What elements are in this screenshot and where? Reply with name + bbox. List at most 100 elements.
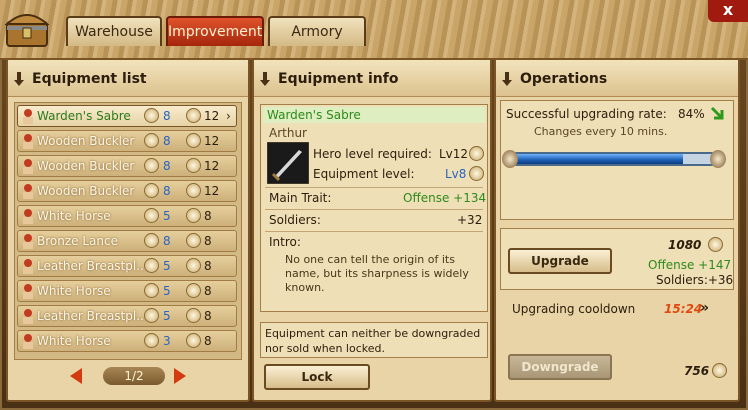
- list-item[interactable]: White Horse 5 8: [17, 205, 237, 227]
- hero-avatar-icon: [23, 259, 33, 274]
- item-name: Bronze Lance: [37, 234, 118, 248]
- item-name: White Horse: [37, 334, 111, 348]
- item-level: 5: [163, 209, 171, 223]
- horse-icon: [186, 333, 201, 348]
- hero-avatar-icon: [23, 334, 33, 349]
- item-value: 8: [204, 334, 212, 348]
- upgrade-soldiers: Soldiers:+36: [656, 273, 734, 287]
- operations-panel: Operations Successful upgrading rate: 84…: [494, 58, 740, 402]
- equipment-list-panel: Equipment list Warden's Sabre 8 12 › Wooden …: [6, 58, 250, 402]
- down-arrow-icon: [14, 72, 24, 86]
- tab-improvement[interactable]: Improvement: [166, 16, 264, 46]
- list-item[interactable]: Leather Breastpl... 5 8: [17, 255, 237, 277]
- close-button[interactable]: x: [708, 0, 748, 22]
- intro-label: Intro:: [269, 235, 301, 249]
- item-name: White Horse: [37, 284, 111, 298]
- item-name: Wooden Buckler: [37, 159, 135, 173]
- item-name: Warden's Sabre: [267, 108, 361, 122]
- hero-avatar-icon: [23, 234, 33, 249]
- panel-header: Equipment info: [254, 60, 490, 97]
- equip-level-label: Equipment level:: [313, 167, 415, 181]
- item-level: 8: [163, 134, 171, 148]
- hero-avatar-icon: [23, 134, 33, 149]
- success-rate-bar: [510, 152, 718, 166]
- shield-icon: [186, 133, 201, 148]
- item-name: Leather Breastpl...: [37, 309, 148, 323]
- equipment-list-title: Equipment list: [32, 71, 147, 87]
- item-owner: Arthur: [269, 126, 307, 140]
- rate-note: Changes every 10 mins.: [534, 125, 668, 138]
- operations-title: Operations: [520, 71, 608, 87]
- hero-avatar-icon: [23, 209, 33, 224]
- next-page-icon[interactable]: [174, 368, 186, 384]
- item-value: 8: [204, 309, 212, 323]
- item-name: Wooden Buckler: [37, 134, 135, 148]
- cooldown-timer: 15:24: [664, 302, 703, 316]
- trend-arrow-icon: [710, 106, 724, 120]
- hero-level-label: Hero level required:: [313, 147, 432, 161]
- list-item[interactable]: Wooden Buckler 8 12: [17, 180, 237, 202]
- upgrade-button[interactable]: Upgrade: [508, 248, 612, 274]
- rate-label: Successful upgrading rate:: [506, 107, 667, 121]
- soldiers-value: +32: [457, 213, 483, 227]
- treasure-chest-icon: [4, 14, 50, 47]
- panel-header: Operations: [496, 60, 738, 97]
- shield-icon: [186, 183, 201, 198]
- item-value: 8: [204, 259, 212, 273]
- level-icon: [144, 108, 159, 123]
- equipment-info-panel: Equipment info Warden's Sabre Arthur Her…: [252, 58, 492, 402]
- soldiers-label: Soldiers:: [269, 213, 321, 227]
- downgrade-button[interactable]: Downgrade: [508, 354, 612, 380]
- item-value: 12: [204, 184, 220, 198]
- hero-avatar-icon: [23, 184, 33, 199]
- horse-icon: [186, 283, 201, 298]
- level-icon: [144, 133, 159, 148]
- armor-icon: [186, 258, 201, 273]
- hero-avatar-icon: [23, 309, 33, 324]
- equipment-info-title: Equipment info: [278, 71, 399, 87]
- main-trait-value: Offense +134: [403, 191, 487, 205]
- tab-armory[interactable]: Armory: [268, 16, 366, 46]
- list-item[interactable]: Leather Breastpl... 5 8: [17, 305, 237, 327]
- down-arrow-icon: [502, 72, 512, 86]
- item-value: 12: [204, 109, 220, 123]
- item-level: 5: [163, 284, 171, 298]
- divider: [265, 209, 483, 210]
- upgrade-offense: Offense +147: [648, 258, 732, 272]
- list-item[interactable]: White Horse 5 8: [17, 280, 237, 302]
- equip-level-value: Lv8: [445, 167, 467, 181]
- divider: [265, 231, 483, 232]
- lock-note: Equipment can neither be downgraded nor …: [260, 322, 488, 358]
- list-item[interactable]: White Horse 3 8: [17, 330, 237, 352]
- divider: [265, 187, 483, 188]
- level-icon: [144, 233, 159, 248]
- list-item[interactable]: Bronze Lance 8 8: [17, 230, 237, 252]
- rate-value: 84%: [678, 107, 705, 121]
- list-item[interactable]: Wooden Buckler 8 12: [17, 130, 237, 152]
- intro-text: No one can tell the origin of its name, …: [285, 253, 469, 294]
- lock-button[interactable]: Lock: [264, 364, 370, 390]
- sword-icon: [186, 233, 201, 248]
- item-level: 8: [163, 109, 171, 123]
- prev-page-icon[interactable]: [70, 368, 82, 384]
- level-icon: [144, 208, 159, 223]
- bar-end-cap: [710, 150, 726, 168]
- top-bar: Warehouse Improvement Armory x: [0, 0, 748, 60]
- rate-bar-fill: [512, 154, 684, 164]
- item-name: White Horse: [37, 209, 111, 223]
- list-item[interactable]: Wooden Buckler 8 12: [17, 155, 237, 177]
- down-arrow-icon: [260, 72, 270, 86]
- hero-avatar-icon: [23, 159, 33, 174]
- tab-warehouse[interactable]: Warehouse: [66, 16, 162, 46]
- chevron-right-icon: ›: [226, 109, 231, 123]
- main-trait-label: Main Trait:: [269, 191, 332, 205]
- upgrade-cost: 1080: [668, 238, 702, 252]
- hero-level-value: Lv12: [439, 147, 469, 161]
- level-icon: [144, 183, 159, 198]
- item-details: Warden's Sabre Arthur Hero level require…: [260, 104, 488, 312]
- bar-end-cap: [502, 150, 518, 168]
- list-item[interactable]: Warden's Sabre 8 12 ›: [17, 105, 237, 127]
- sword-icon: [186, 108, 201, 123]
- fast-forward-icon[interactable]: »: [700, 300, 709, 316]
- item-level: 8: [163, 234, 171, 248]
